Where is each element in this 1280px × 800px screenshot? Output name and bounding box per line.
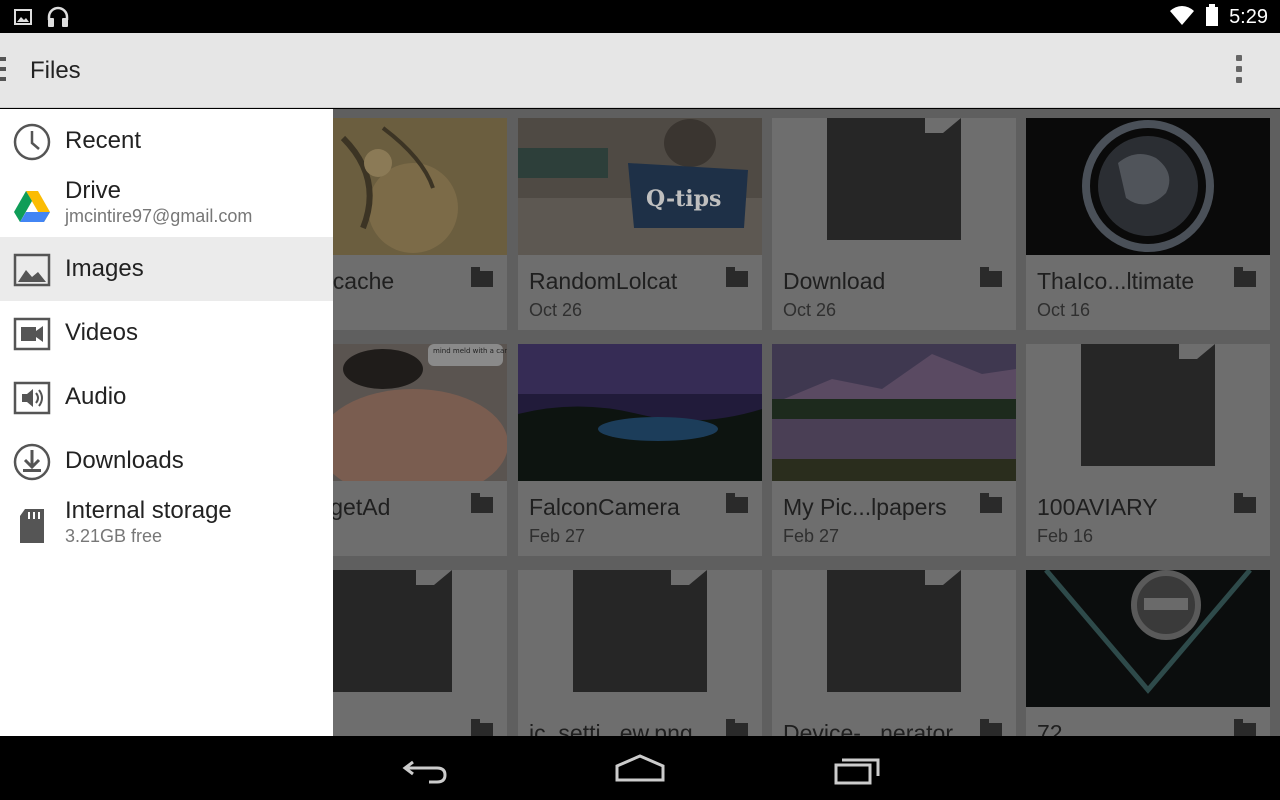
grid-item[interactable]: Device-...nerator: [772, 570, 1016, 736]
drawer-item-label: Drive: [65, 177, 122, 204]
folder-icon: [726, 719, 748, 736]
audio-icon: [12, 378, 52, 418]
folder-icon: [471, 267, 493, 287]
drawer-item-label: Images: [65, 255, 144, 282]
video-icon: [12, 314, 52, 354]
item-date: Oct 26: [783, 300, 837, 320]
drawer-item-downloads[interactable]: Downloads: [0, 429, 333, 493]
folder-icon: [726, 493, 748, 513]
status-bar: 5:29: [0, 0, 1280, 33]
item-name: ThaIco...ltimate: [1037, 268, 1195, 294]
drawer-item-label: Downloads: [65, 447, 184, 474]
drawer-item-recent[interactable]: Recent: [0, 109, 333, 173]
item-date: Oct 16: [1037, 300, 1091, 320]
drawer-item-videos[interactable]: Videos: [0, 301, 333, 365]
thumbnail-image: [518, 344, 762, 481]
storage-free-space: 3.21GB free: [65, 526, 163, 546]
speech-bubble-text: mind meld with a canteloupe.: [433, 347, 507, 355]
navigation-drawer: Recent Drive jmcintire97@gmail.com Image…: [0, 109, 333, 736]
drawer-item-drive[interactable]: Drive jmcintire97@gmail.com: [0, 173, 333, 237]
folder-icon: [1234, 267, 1256, 287]
drawer-item-internal-storage[interactable]: Internal storage 3.21GB free: [0, 493, 333, 557]
item-name: 72: [1037, 720, 1063, 736]
drive-account-email: jmcintire97@gmail.com: [65, 206, 253, 226]
folder-icon: [980, 267, 1002, 287]
home-icon[interactable]: [610, 752, 670, 788]
grid-item[interactable]: ThaIco...ltimate Oct 16: [1026, 118, 1270, 330]
item-name: 100AVIARY: [1037, 494, 1158, 520]
item-name: My Pic...lpapers: [783, 494, 947, 520]
grid-item[interactable]: My Pic...lpapers Feb 27: [772, 344, 1016, 556]
overflow-menu-icon[interactable]: [1236, 55, 1244, 85]
clock-icon: [12, 122, 52, 162]
battery-icon: [1205, 4, 1219, 31]
drawer-item-audio[interactable]: Audio: [0, 365, 333, 429]
headphones-icon: [46, 6, 70, 33]
image-notification-icon: [14, 8, 32, 31]
folder-icon: [980, 493, 1002, 513]
item-date: Oct 26: [529, 300, 583, 320]
clock-time: 5:29: [1229, 6, 1268, 28]
folder-icon: [1234, 719, 1256, 736]
folder-icon: [726, 267, 748, 287]
item-name: RandomLolcat: [529, 268, 678, 294]
item-date: Feb 27: [783, 526, 840, 546]
drawer-item-label: Recent: [65, 127, 142, 154]
system-nav-bar: [0, 736, 1280, 800]
grid-item[interactable]: 72: [1026, 570, 1270, 736]
drive-icon: [12, 186, 52, 226]
page-title: Files: [30, 57, 81, 84]
item-name: Download: [783, 268, 886, 294]
folder-icon: [471, 493, 493, 513]
thumbnail-image: [1026, 118, 1270, 255]
back-icon[interactable]: [395, 752, 455, 788]
item-name: Device-...nerator: [783, 720, 954, 736]
drawer-item-label: Audio: [65, 383, 127, 410]
sd-card-icon: [12, 506, 52, 546]
grid-item[interactable]: 100AVIARY Feb 16: [1026, 344, 1270, 556]
item-name: ic_setti...ew.png: [529, 720, 693, 736]
folder-icon: [1234, 493, 1256, 513]
thumbnail-image: [772, 344, 1016, 481]
item-date: Feb 27: [529, 526, 586, 546]
qtips-box-label: Q-tips: [646, 186, 721, 212]
grid-item[interactable]: ic_setti...ew.png: [518, 570, 762, 736]
item-date: Feb 16: [1037, 526, 1094, 546]
app-bar: Files: [0, 33, 1280, 108]
image-icon: [12, 250, 52, 290]
drawer-item-images[interactable]: Images: [0, 237, 333, 301]
drawer-item-label: Videos: [65, 319, 138, 346]
item-name: FalconCamera: [529, 494, 680, 520]
folder-placeholder-icon: [827, 570, 961, 692]
thumbnail-image: [1026, 570, 1270, 707]
recents-icon[interactable]: [826, 752, 886, 788]
thumbnail-image: Q-tips: [518, 118, 762, 255]
folder-placeholder-icon: [573, 570, 707, 692]
drawer-toggle-icon[interactable]: [0, 57, 6, 83]
grid-item[interactable]: Download Oct 26: [772, 118, 1016, 330]
download-icon: [12, 442, 52, 482]
folder-placeholder-icon: [1081, 344, 1215, 466]
folder-placeholder-icon: [827, 118, 961, 240]
folder-icon: [471, 719, 493, 736]
grid-item[interactable]: Q-tips RandomLolcat Oct 26: [518, 118, 762, 330]
folder-icon: [980, 719, 1002, 736]
folder-placeholder-icon: [318, 570, 452, 692]
wifi-icon: [1169, 5, 1195, 30]
drawer-item-label: Internal storage: [65, 497, 232, 524]
grid-item[interactable]: FalconCamera Feb 27: [518, 344, 762, 556]
